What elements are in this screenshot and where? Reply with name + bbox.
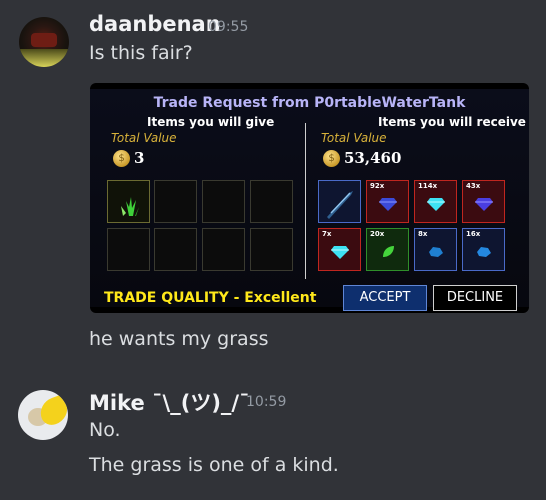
- gem-icon: [474, 197, 493, 211]
- gem-icon: [378, 197, 397, 211]
- receive-slot[interactable]: 8x: [414, 228, 457, 271]
- message-timestamp: 10:59: [246, 394, 287, 410]
- item-count: 16x: [466, 230, 481, 238]
- message-text: No.: [89, 419, 121, 441]
- sword-icon: [326, 190, 353, 219]
- item-count: 8x: [418, 230, 428, 238]
- give-slot[interactable]: [250, 180, 293, 223]
- avatar-ground-image: [19, 49, 69, 67]
- avatar[interactable]: [18, 390, 68, 440]
- author-name[interactable]: Mike ¯\_(ツ)_/¯: [89, 387, 250, 417]
- item-count: 20x: [370, 230, 385, 238]
- give-slot[interactable]: [202, 228, 245, 271]
- receive-heading: Items you will receive: [378, 115, 526, 129]
- message-text: The grass is one of a kind.: [89, 454, 339, 476]
- receive-slot[interactable]: 92x: [366, 180, 409, 223]
- receive-slot[interactable]: 43x: [462, 180, 505, 223]
- message-text: Is this fair?: [89, 42, 193, 64]
- grass-icon: [120, 196, 139, 216]
- leaf-icon: [382, 245, 394, 257]
- give-total-value: 3: [134, 149, 145, 167]
- ore-icon: [476, 246, 491, 257]
- divider: [305, 123, 306, 279]
- accept-button[interactable]: ACCEPT: [343, 285, 427, 311]
- receive-total-label: Total Value: [321, 131, 387, 145]
- item-count: 92x: [370, 182, 385, 190]
- receive-slot[interactable]: [318, 180, 361, 223]
- item-count: 114x: [418, 182, 438, 190]
- item-count: 7x: [322, 230, 332, 238]
- give-slot[interactable]: [154, 228, 197, 271]
- give-slot[interactable]: [107, 228, 150, 271]
- receive-slot[interactable]: 7x: [318, 228, 361, 271]
- coin-icon: $: [113, 150, 130, 167]
- trade-screenshot[interactable]: Trade Request from P0rtableWaterTank Ite…: [90, 83, 529, 313]
- message-text: he wants my grass: [89, 328, 269, 350]
- trade-window: Trade Request from P0rtableWaterTank Ite…: [90, 89, 529, 311]
- give-slot[interactable]: [154, 180, 197, 223]
- give-heading: Items you will give: [147, 115, 275, 129]
- gem-icon: [426, 197, 445, 211]
- message-timestamp: 09:55: [208, 19, 249, 35]
- trade-title: Trade Request from P0rtableWaterTank: [153, 95, 466, 111]
- receive-slot[interactable]: 16x: [462, 228, 505, 271]
- give-slot[interactable]: [202, 180, 245, 223]
- gem-icon: [330, 245, 349, 259]
- give-total-label: Total Value: [111, 131, 177, 145]
- coin-icon: $: [323, 150, 340, 167]
- item-count: 43x: [466, 182, 481, 190]
- receive-slot[interactable]: 20x: [366, 228, 409, 271]
- receive-slot[interactable]: 114x: [414, 180, 457, 223]
- ore-icon: [428, 246, 443, 257]
- avatar-car-image: [31, 33, 57, 47]
- give-slot[interactable]: [107, 180, 150, 223]
- trade-quality: TRADE QUALITY - Excellent: [104, 290, 317, 306]
- author-name[interactable]: daanbenan: [89, 12, 221, 36]
- decline-button[interactable]: DECLINE: [433, 285, 517, 311]
- receive-total-value: 53,460: [344, 149, 402, 167]
- give-slot[interactable]: [250, 228, 293, 271]
- avatar[interactable]: [19, 17, 69, 67]
